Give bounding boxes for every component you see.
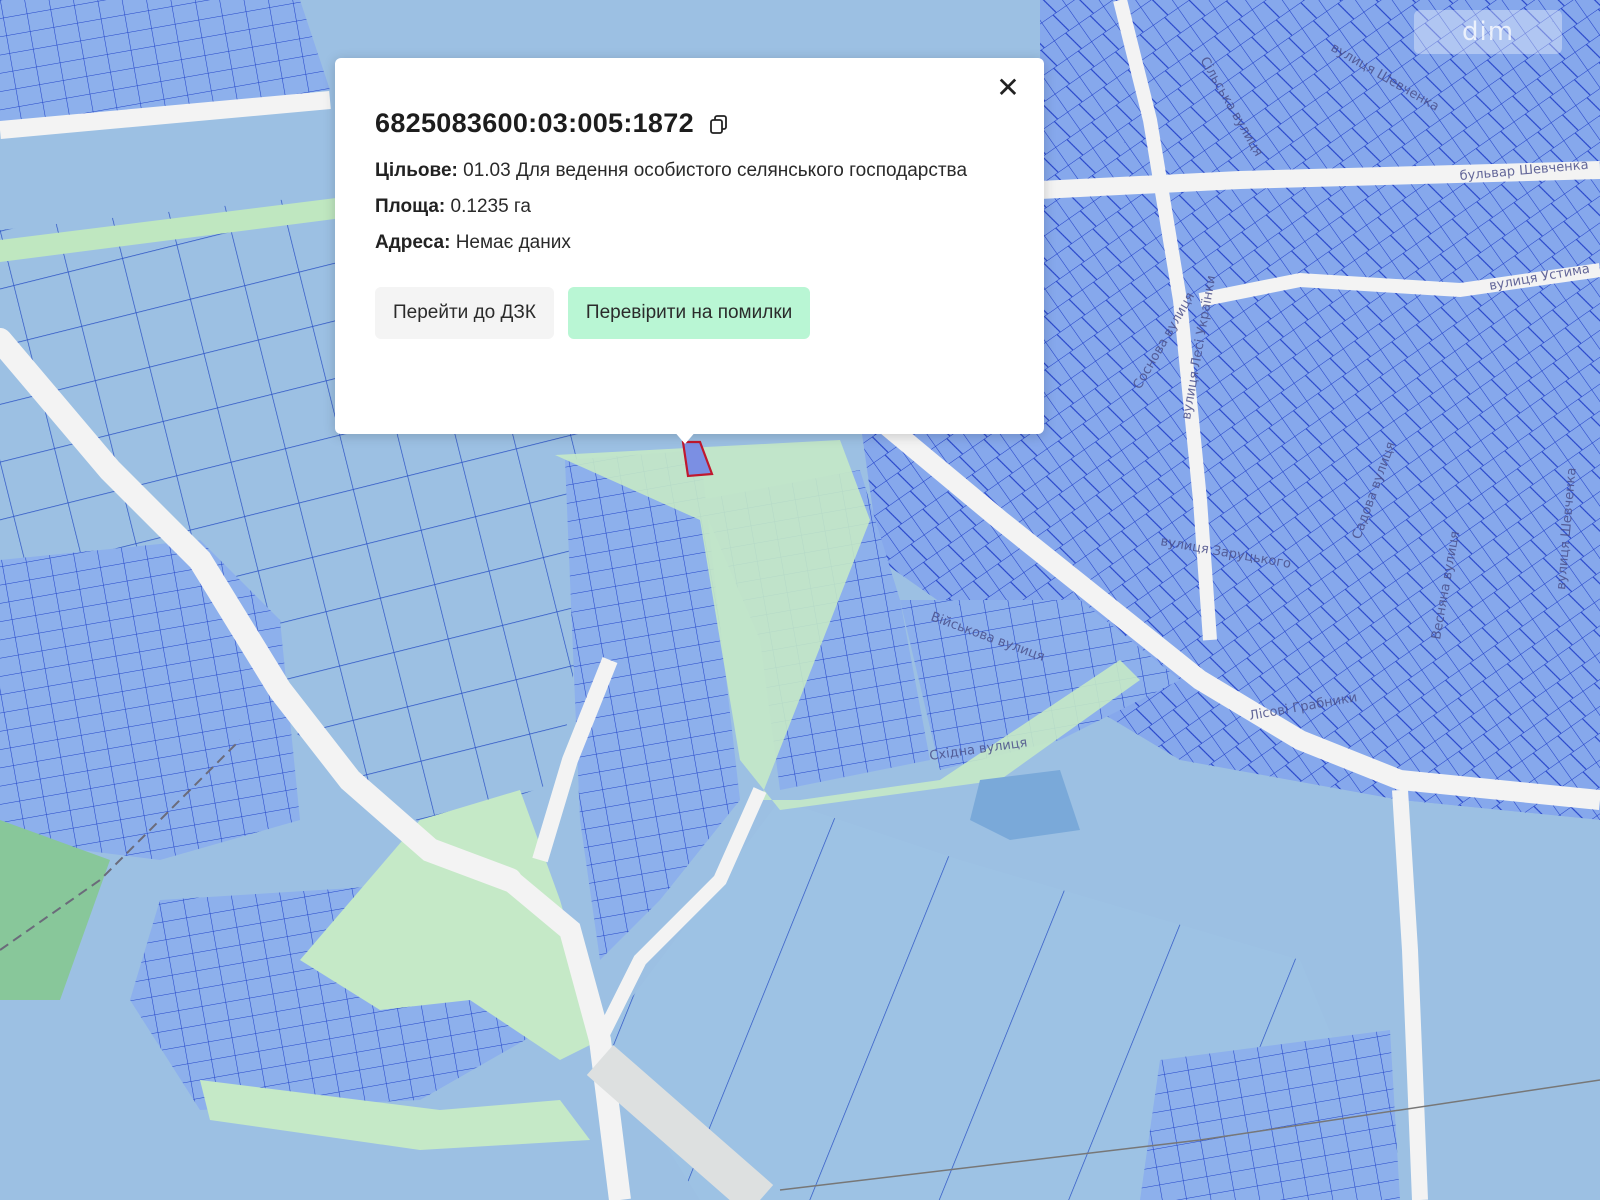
check-errors-button[interactable]: Перевірити на помилки bbox=[567, 287, 811, 339]
watermark-text: dim bbox=[1461, 17, 1515, 47]
field-east bbox=[1400, 800, 1600, 1200]
close-icon[interactable]: ✕ bbox=[992, 72, 1024, 104]
watermark-logo: dim bbox=[1414, 10, 1562, 54]
parcel-cadastral-number: 6825083600:03:005:1872 bbox=[375, 108, 694, 138]
go-to-dzk-button[interactable]: Перейти до ДЗК bbox=[375, 287, 554, 339]
copy-icon[interactable] bbox=[708, 113, 730, 135]
popup-title-row: 6825083600:03:005:1872 bbox=[375, 108, 1004, 139]
area-label: Площа: bbox=[375, 196, 446, 217]
area-line: Площа: 0.1235 га bbox=[375, 189, 1004, 225]
purpose-label: Цільове: bbox=[375, 160, 458, 181]
area-value: 0.1235 га bbox=[450, 196, 532, 217]
purpose-value: 01.03 Для ведення особистого селянського… bbox=[463, 160, 968, 181]
address-line: Адреса: Немає даних bbox=[375, 225, 1004, 261]
address-label: Адреса: bbox=[375, 232, 451, 253]
address-value: Немає даних bbox=[455, 232, 571, 253]
parcel-info-popup: ✕ 6825083600:03:005:1872 Цільове: 01.03 … bbox=[335, 58, 1044, 434]
popup-actions: Перейти до ДЗК Перевірити на помилки bbox=[375, 287, 1004, 339]
purpose-line: Цільове: 01.03 Для ведення особистого се… bbox=[375, 153, 1004, 189]
popup-pointer bbox=[673, 430, 697, 444]
